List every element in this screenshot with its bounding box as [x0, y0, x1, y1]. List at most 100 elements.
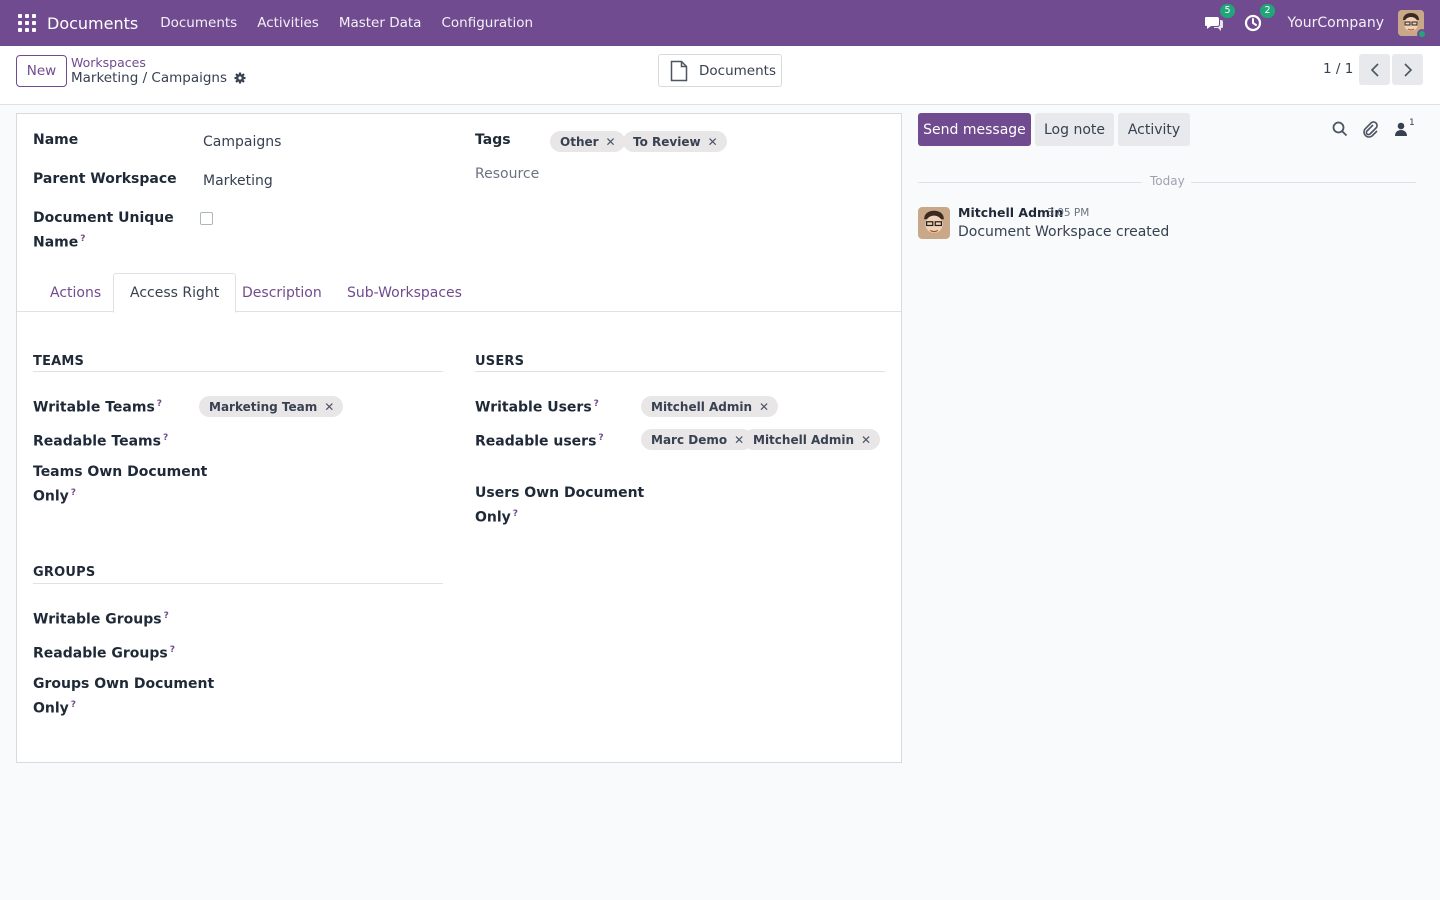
menu-master-data[interactable]: Master Data: [329, 15, 432, 31]
tag-label: Mitchell Admin: [753, 432, 855, 447]
today-separator: Today: [1150, 174, 1185, 188]
help-icon[interactable]: ?: [170, 645, 175, 655]
tag-label: To Review: [633, 134, 701, 149]
chat-bubbles-icon: [1204, 17, 1223, 31]
tag-label: Marc Demo: [651, 432, 728, 447]
readable-teams-label: Readable Teams?: [33, 433, 169, 450]
tag-marc-demo: Marc Demo ✕: [641, 429, 754, 450]
remove-tag-icon[interactable]: ✕: [861, 433, 871, 447]
groups-divider: [33, 583, 443, 584]
remove-tag-icon[interactable]: ✕: [606, 135, 616, 149]
send-message-button[interactable]: Send message: [918, 113, 1031, 146]
top-navbar: Documents Documents Activities Master Da…: [0, 0, 1440, 46]
log-note-button[interactable]: Log note: [1035, 113, 1114, 146]
smart-button-label: Documents: [699, 62, 776, 79]
today-divider-left: [918, 182, 1142, 183]
message-body: Document Workspace created: [958, 224, 1170, 240]
pager-next-button[interactable]: [1392, 54, 1423, 85]
remove-tag-icon[interactable]: ✕: [324, 400, 334, 414]
clock-icon: [1244, 14, 1261, 32]
tag-mitchell-admin: Mitchell Admin ✕: [743, 429, 881, 450]
tab-sub-workspaces[interactable]: Sub-Workspaces: [331, 273, 478, 312]
breadcrumb-current: Marketing / Campaigns: [71, 70, 246, 86]
menu-configuration[interactable]: Configuration: [431, 15, 543, 31]
readable-users-label: Readable users?: [475, 433, 604, 450]
menu-documents[interactable]: Documents: [150, 15, 247, 31]
followers-count: 1: [1409, 118, 1415, 128]
paperclip-icon[interactable]: [1361, 120, 1379, 138]
teams-divider: [33, 371, 443, 372]
unique-name-label-line1: Document Unique: [33, 210, 174, 226]
tab-description[interactable]: Description: [226, 273, 338, 312]
groups-own-document-label: Groups Own Document Only?: [33, 676, 215, 717]
chevron-right-icon: [1403, 62, 1412, 77]
help-icon[interactable]: ?: [513, 509, 518, 519]
tab-access-right[interactable]: Access Right: [113, 273, 237, 313]
chevron-left-icon: [1370, 62, 1379, 77]
tag-other: Other ✕: [550, 131, 625, 152]
teams-section-title: TEAMS: [33, 354, 85, 369]
help-icon[interactable]: ?: [594, 399, 599, 409]
user-icon[interactable]: [1392, 120, 1410, 138]
users-section-title: USERS: [475, 354, 525, 369]
help-icon[interactable]: ?: [80, 234, 85, 244]
parent-workspace-label: Parent Workspace: [33, 171, 177, 187]
groups-section-title: GROUPS: [33, 565, 96, 580]
writable-teams-label: Writable Teams?: [33, 399, 163, 416]
user-face-icon: [918, 207, 950, 239]
users-own-document-label: Users Own Document Only?: [475, 485, 645, 526]
writable-users-label: Writable Users?: [475, 399, 599, 416]
tag-label: Marketing Team: [209, 399, 318, 414]
tab-actions[interactable]: Actions: [34, 273, 117, 312]
writable-groups-label: Writable Groups?: [33, 611, 169, 628]
tag-mitchell-admin: Mitchell Admin ✕: [641, 396, 779, 417]
remove-tag-icon[interactable]: ✕: [759, 400, 769, 414]
help-icon[interactable]: ?: [164, 611, 169, 621]
message-time: 3:05 PM: [1047, 207, 1090, 219]
unique-name-label-line2: Name: [33, 234, 79, 251]
activities-badge: 2: [1260, 4, 1275, 18]
tag-marketing-team: Marketing Team ✕: [199, 396, 344, 417]
activities-button[interactable]: 2: [1244, 4, 1275, 33]
help-icon[interactable]: ?: [71, 488, 76, 498]
unique-name-label: Document Unique Name?: [33, 208, 174, 254]
message-author-avatar[interactable]: [918, 207, 950, 239]
help-icon[interactable]: ?: [598, 433, 603, 443]
tag-to-review: To Review ✕: [623, 131, 727, 152]
name-field[interactable]: Campaigns: [203, 134, 281, 150]
company-switcher[interactable]: YourCompany: [1288, 15, 1385, 31]
apps-menu-icon[interactable]: [18, 14, 36, 32]
file-icon: [670, 60, 688, 81]
form-sheet: Name Campaigns Parent Workspace Marketin…: [16, 113, 902, 763]
users-divider: [475, 371, 885, 372]
tag-label: Mitchell Admin: [651, 399, 753, 414]
user-avatar[interactable]: [1398, 10, 1427, 39]
new-button[interactable]: New: [16, 55, 67, 87]
breadcrumb-workspaces-link[interactable]: Workspaces: [71, 55, 146, 70]
search-icon[interactable]: [1331, 120, 1349, 138]
unique-name-checkbox[interactable]: [200, 212, 213, 225]
tag-label: Other: [560, 134, 599, 149]
help-icon[interactable]: ?: [157, 399, 162, 409]
remove-tag-icon[interactable]: ✕: [708, 135, 718, 149]
help-icon[interactable]: ?: [71, 700, 76, 710]
menu-activities[interactable]: Activities: [247, 15, 329, 31]
online-status-dot: [1417, 29, 1427, 39]
messages-badge: 5: [1220, 4, 1235, 18]
gear-icon[interactable]: [234, 72, 246, 84]
control-panel: New Workspaces Marketing / Campaigns Doc…: [0, 46, 1440, 105]
activity-button[interactable]: Activity: [1118, 113, 1190, 146]
app-brand[interactable]: Documents: [47, 14, 138, 33]
help-icon[interactable]: ?: [163, 433, 168, 443]
notebook-tabs: Actions Access Right Description Sub-Wor…: [17, 273, 901, 313]
record-title: Marketing / Campaigns: [71, 70, 228, 86]
parent-workspace-field[interactable]: Marketing: [203, 173, 273, 189]
messaging-button[interactable]: 5: [1204, 4, 1235, 33]
documents-smart-button[interactable]: Documents: [658, 54, 782, 87]
resource-label: Resource: [475, 166, 540, 182]
tags-label: Tags: [475, 132, 511, 148]
teams-own-document-label: Teams Own Document Only?: [33, 464, 208, 505]
pager-previous-button[interactable]: [1359, 54, 1390, 85]
pager-value[interactable]: 1 / 1: [1323, 61, 1353, 77]
name-label: Name: [33, 132, 79, 148]
